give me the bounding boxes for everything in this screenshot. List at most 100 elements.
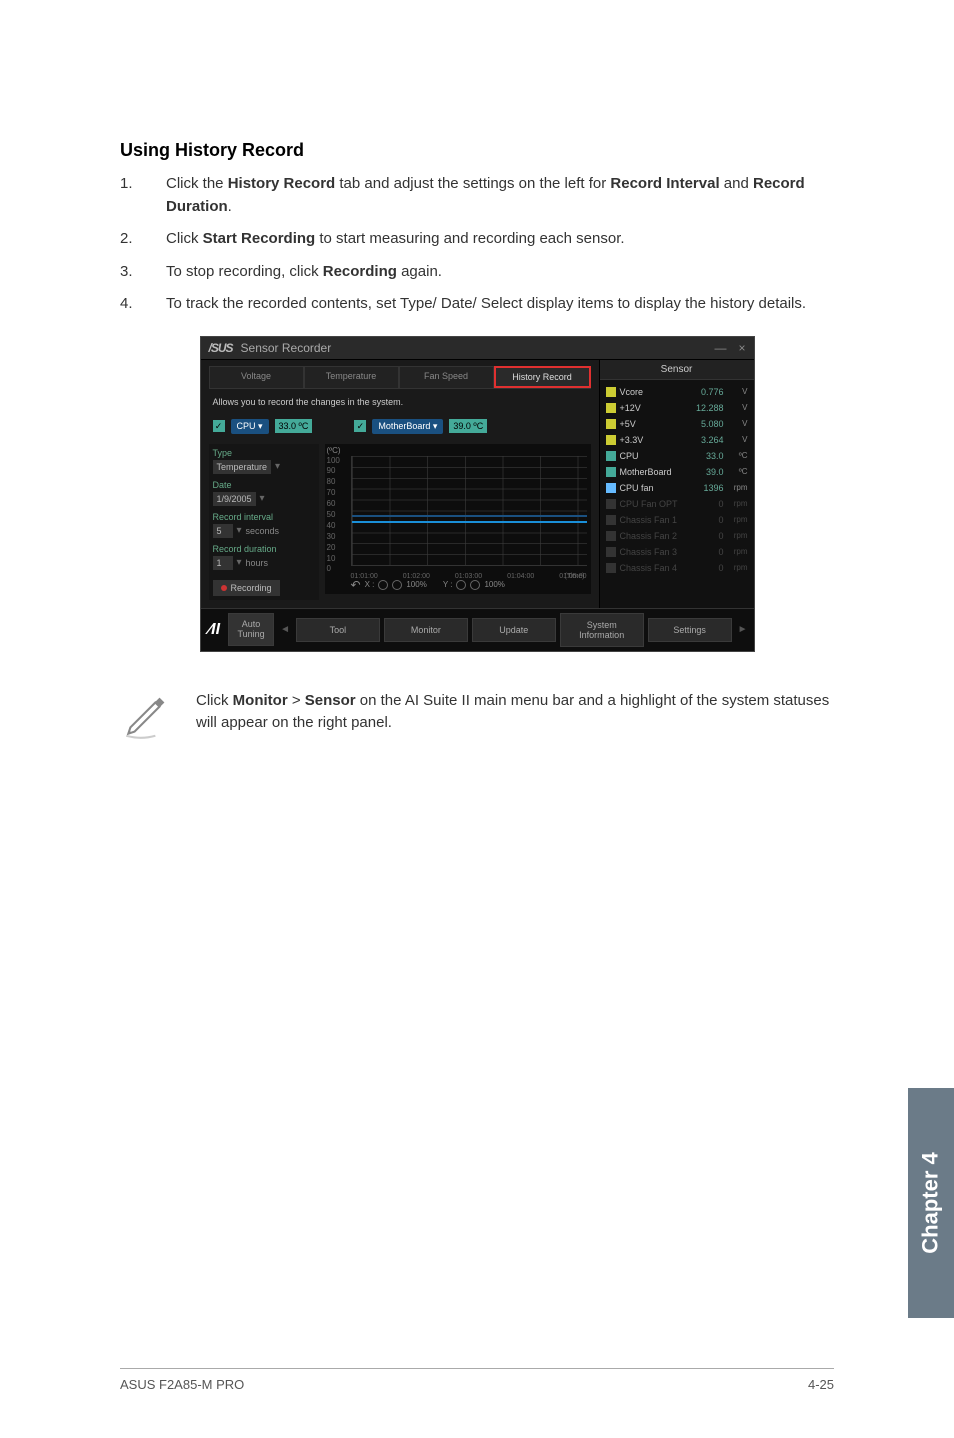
text: To stop recording, click	[166, 263, 323, 280]
recording-button[interactable]: Recording	[213, 580, 280, 596]
note-callout: Click Monitor > Sensor on the AI Suite I…	[120, 690, 834, 742]
tab-fan-speed[interactable]: Fan Speed	[399, 366, 494, 388]
checkbox-cpu[interactable]: ✓	[213, 420, 225, 432]
text: and	[720, 175, 753, 192]
sensor-item: Chassis Fan 40rpm	[604, 560, 750, 576]
bold-text: History Record	[228, 175, 336, 192]
asus-logo: /SUS	[209, 341, 233, 355]
tab-description: Allows you to record the changes in the …	[209, 389, 591, 415]
sensor-type-icon	[606, 419, 616, 429]
checkbox-motherboard[interactable]: ✓	[354, 420, 366, 432]
text: .	[228, 198, 232, 215]
tab-temperature[interactable]: Temperature	[304, 366, 399, 388]
sensor-unit: V	[726, 435, 748, 444]
sensor-name: +12V	[620, 403, 696, 413]
sensor-unit: V	[726, 387, 748, 396]
nav-right-icon[interactable]: ►	[736, 624, 750, 635]
zoom-y-label: Y :	[443, 580, 453, 589]
main-panel: Voltage Temperature Fan Speed History Re…	[201, 360, 599, 608]
sensor-name: CPU fan	[620, 483, 704, 493]
duration-unit: hours	[246, 558, 269, 568]
sensor-value: 0	[718, 531, 723, 541]
system-info-button[interactable]: System Information	[560, 613, 644, 647]
nav-left-icon[interactable]: ◄	[278, 624, 292, 635]
sensor-value: 0	[718, 547, 723, 557]
sensor-type-icon	[606, 531, 616, 541]
sensor-name: +5V	[620, 419, 701, 429]
sensor-panel: Sensor Vcore0.776V+12V12.288V+5V5.080V+3…	[599, 360, 754, 608]
sensor-type-icon	[606, 563, 616, 573]
text: again.	[397, 263, 442, 280]
sensor-list: Vcore0.776V+12V12.288V+5V5.080V+3.3V3.26…	[600, 380, 754, 580]
sensor-type-icon	[606, 435, 616, 445]
bold-text: Record Interval	[610, 175, 719, 192]
step-4: To track the recorded contents, set Type…	[120, 293, 834, 316]
tab-voltage[interactable]: Voltage	[209, 366, 304, 388]
chevron-down-icon[interactable]: ▾	[237, 557, 242, 568]
tab-history-record[interactable]: History Record	[494, 366, 591, 388]
sensor-value: 33.0	[706, 451, 724, 461]
settings-button[interactable]: Settings	[648, 618, 732, 642]
sensor-item: +3.3V3.264V	[604, 432, 750, 448]
chevron-down-icon[interactable]: ▾	[237, 525, 242, 536]
close-icon[interactable]: ×	[738, 341, 745, 355]
interval-input[interactable]: 5	[213, 524, 233, 538]
sensor-unit: rpm	[726, 515, 748, 524]
sensor-unit: rpm	[726, 547, 748, 556]
tool-button[interactable]: Tool	[296, 618, 380, 642]
tabs-row: Voltage Temperature Fan Speed History Re…	[209, 366, 591, 389]
section-heading: Using History Record	[120, 140, 834, 161]
sensor-type-icon	[606, 515, 616, 525]
sensor-value: 39.0	[706, 467, 724, 477]
interval-label: Record interval	[213, 512, 315, 522]
duration-input[interactable]: 1	[213, 556, 233, 570]
update-button[interactable]: Update	[472, 618, 556, 642]
sensor-type-icon	[606, 403, 616, 413]
zoom-out-y-icon[interactable]	[456, 580, 466, 590]
motherboard-dropdown[interactable]: MotherBoard ▾	[372, 419, 443, 434]
undo-icon[interactable]: ↶	[351, 578, 361, 592]
sensor-item: +12V12.288V	[604, 400, 750, 416]
sensor-type-icon	[606, 467, 616, 477]
graph-grid	[351, 456, 587, 566]
pencil-icon	[120, 690, 172, 742]
zoom-in-y-icon[interactable]	[470, 580, 480, 590]
sensor-unit: rpm	[726, 563, 748, 572]
sensor-item: Vcore0.776V	[604, 384, 750, 400]
date-select[interactable]: 1/9/2005	[213, 492, 256, 506]
bold-text: Start Recording	[203, 230, 316, 247]
steps-list: Click the History Record tab and adjust …	[120, 173, 834, 316]
sensor-item: Chassis Fan 30rpm	[604, 544, 750, 560]
auto-tuning-button[interactable]: Auto Tuning	[228, 613, 274, 647]
zoom-out-x-icon[interactable]	[378, 580, 388, 590]
ai-suite-logo: ⁄II	[205, 621, 225, 639]
sensor-name: MotherBoard	[620, 467, 706, 477]
zoom-in-x-icon[interactable]	[392, 580, 402, 590]
chevron-down-icon[interactable]: ▾	[275, 461, 280, 472]
minimize-icon[interactable]: —	[714, 341, 726, 355]
sensor-value: 0	[718, 515, 723, 525]
note-text: Click Monitor > Sensor on the AI Suite I…	[196, 690, 834, 735]
step-1: Click the History Record tab and adjust …	[120, 173, 834, 218]
footer-product: ASUS F2A85-M PRO	[120, 1377, 244, 1392]
sensor-type-icon	[606, 387, 616, 397]
footer-page-number: 4-25	[808, 1377, 834, 1392]
y-ticks: 100 90 80 70 60 50 40 30 20 10 0	[327, 456, 340, 574]
type-select[interactable]: Temperature	[213, 460, 272, 474]
sensor-value: 0	[718, 563, 723, 573]
recording-label: Recording	[231, 583, 272, 593]
chevron-down-icon[interactable]: ▾	[260, 493, 265, 504]
sensor-item: MotherBoard39.0ºC	[604, 464, 750, 480]
sensor-name: Chassis Fan 1	[620, 515, 719, 525]
cpu-dropdown[interactable]: CPU ▾	[231, 419, 269, 434]
sensor-unit: ºC	[726, 451, 748, 460]
zoom-y-value: 100%	[484, 580, 504, 589]
sensor-unit: rpm	[726, 499, 748, 508]
sensor-unit: V	[726, 403, 748, 412]
monitor-button[interactable]: Monitor	[384, 618, 468, 642]
sensor-unit: V	[726, 419, 748, 428]
sensor-type-icon	[606, 451, 616, 461]
interval-unit: seconds	[246, 526, 280, 536]
page-footer: ASUS F2A85-M PRO 4-25	[120, 1368, 834, 1392]
zoom-controls: ↶ X : 100% Y : 100%	[351, 578, 587, 592]
